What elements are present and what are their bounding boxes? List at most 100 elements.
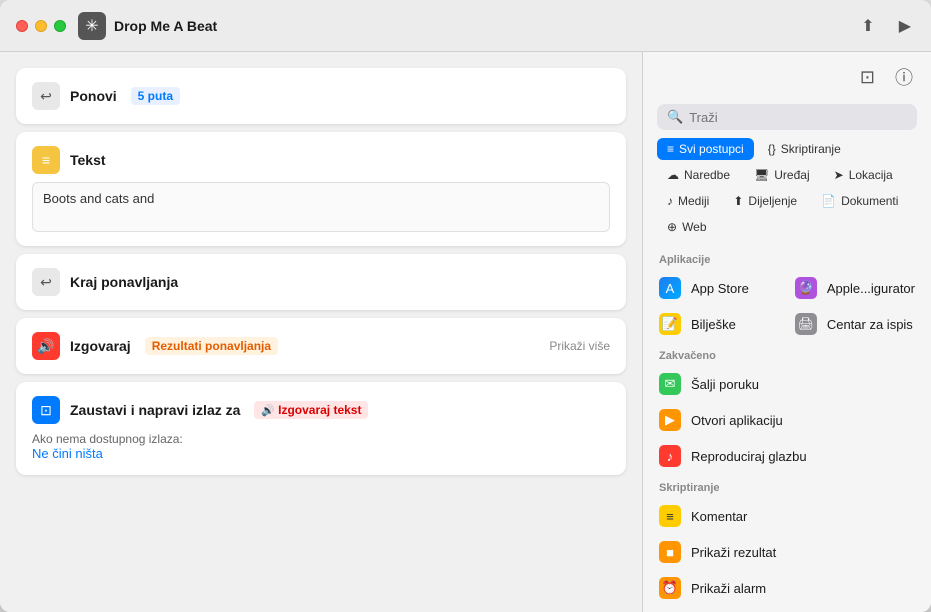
apple-igurator-label: Apple...igurator	[827, 281, 915, 296]
repeat-badge[interactable]: 5 puta	[131, 87, 180, 105]
speak-card: 🔊 Izgovaraj Rezultati ponavljanja Prikaž…	[16, 318, 626, 374]
uredaj-icon: 🖥	[754, 168, 769, 182]
stop-icon: ⊡	[32, 396, 60, 424]
app-icon: ✳	[78, 12, 106, 40]
tab-dokumenti-label: Dokumenti	[841, 194, 898, 208]
tab-uredaj-label: Uređaj	[774, 168, 809, 182]
action-komentar[interactable]: ≡ Komentar	[643, 498, 931, 534]
speak-icon: 🔊	[32, 332, 60, 360]
lokacija-icon: ➤	[834, 168, 844, 182]
info-button[interactable]: ⓘ	[891, 60, 917, 94]
action-prikazati-rezultat[interactable]: ■ Prikaži rezultat	[643, 534, 931, 570]
play-button[interactable]: ▶	[895, 12, 915, 40]
action-app-store[interactable]: A App Store	[643, 270, 779, 306]
section-skriptiranje: Skriptiranje	[643, 474, 931, 498]
prikazi-alarm-icon: ⏰	[659, 577, 681, 599]
tab-svi-label: Svi postupci	[679, 142, 744, 156]
speak-title: Izgovaraj	[70, 338, 131, 354]
share-button[interactable]: ⬆	[857, 12, 878, 40]
action-pitaj-unos[interactable]: ? Pitaj za unos	[643, 606, 931, 612]
dijeljenje-icon: ⬆	[733, 194, 743, 208]
tab-mediji[interactable]: ♪ Mediji	[657, 190, 719, 212]
mediji-icon: ♪	[667, 194, 673, 208]
search-input[interactable]	[689, 110, 907, 125]
add-shortcut-button[interactable]: ⊡	[856, 60, 879, 94]
tab-naredbe[interactable]: ☁ Naredbe	[657, 164, 740, 186]
app-store-icon: A	[659, 277, 681, 299]
show-more[interactable]: Prikaži više	[549, 339, 610, 353]
apple-igurator-icon: 🔮	[795, 277, 817, 299]
reproduciraj-glazbu-icon: ♪	[659, 445, 681, 467]
svi-postupci-icon: ≡	[667, 142, 674, 156]
tab-svi-postupci[interactable]: ≡ Svi postupci	[657, 138, 754, 160]
tab-skriptiranje[interactable]: {} Skriptiranje	[758, 138, 851, 160]
skriptiranje-icon: {}	[768, 142, 776, 156]
action-salji-poruku[interactable]: ✉ Šalji poruku	[643, 366, 931, 402]
close-button[interactable]	[16, 20, 28, 32]
traffic-lights	[16, 20, 66, 32]
text-card: ≡ Tekst Boots and cats and	[16, 132, 626, 246]
titlebar: ✳ Drop Me A Beat ⬆ ▶	[0, 0, 931, 52]
otvori-aplikaciju-icon: ▶	[659, 409, 681, 431]
action-apple-igurator[interactable]: 🔮 Apple...igurator	[779, 270, 931, 306]
share-icon: ⬆	[861, 16, 874, 36]
titlebar-actions: ⬆ ▶	[857, 12, 915, 40]
tab-uredaj[interactable]: 🖥 Uređaj	[744, 164, 820, 186]
dokumenti-icon: 📄	[821, 194, 836, 208]
stop-card-header: ⊡ Zaustavi i napravi izlaz za 🔊 Izgovara…	[32, 396, 610, 424]
app-title: Drop Me A Beat	[114, 18, 857, 34]
text-body[interactable]: Boots and cats and	[32, 182, 610, 232]
tab-naredbe-label: Naredbe	[684, 168, 730, 182]
reproduciraj-glazbu-label: Reproduciraj glazbu	[691, 449, 807, 464]
biljeznica-icon: 📝	[659, 313, 681, 335]
text-title: Tekst	[70, 152, 106, 168]
action-prikazi-alarm[interactable]: ⏰ Prikaži alarm	[643, 570, 931, 606]
stop-subtext-label: Ako nema dostupnog izlaza:	[32, 432, 610, 446]
action-otvori-aplikaciju[interactable]: ▶ Otvori aplikaciju	[643, 402, 931, 438]
tab-dijeljenje[interactable]: ⬆ Dijeljenje	[723, 190, 807, 212]
tab-lokacija[interactable]: ➤ Lokacija	[824, 164, 903, 186]
search-icon: 🔍	[667, 109, 683, 125]
maximize-button[interactable]	[54, 20, 66, 32]
naredbe-icon: ☁	[667, 168, 679, 182]
action-reproduciraj-glazbu[interactable]: ♪ Reproduciraj glazbu	[643, 438, 931, 474]
actions-list: Aplikacije A App Store 🔮 Apple...igurato…	[643, 246, 931, 612]
tab-mediji-label: Mediji	[678, 194, 709, 208]
end-repeat-card: ↩ Kraj ponavljanja	[16, 254, 626, 310]
tab-web[interactable]: ⊕ Web	[657, 216, 717, 238]
stop-link[interactable]: Ne čini ništa	[32, 446, 103, 461]
speak-badge[interactable]: Rezultati ponavljanja	[145, 337, 278, 355]
centar-ispis-icon: 🖨	[795, 313, 817, 335]
minimize-button[interactable]	[35, 20, 47, 32]
actions-panel: ⊡ ⓘ 🔍 ≡ Svi postupci {} Skriptiranje	[642, 52, 931, 612]
stop-subtext: Ako nema dostupnog izlaza: Ne čini ništa	[32, 432, 610, 461]
category-tabs: ≡ Svi postupci {} Skriptiranje ☁ Naredbe…	[643, 138, 931, 246]
stop-badge[interactable]: 🔊 Izgovaraj tekst	[254, 401, 368, 419]
stop-card: ⊡ Zaustavi i napravi izlaz za 🔊 Izgovara…	[16, 382, 626, 475]
web-icon: ⊕	[667, 220, 677, 234]
tab-dijeljenje-label: Dijeljenje	[748, 194, 797, 208]
main-content: ↩ Ponovi 5 puta ≡ Tekst Boots and cats a…	[0, 52, 931, 612]
tab-dokumenti[interactable]: 📄 Dokumenti	[811, 190, 908, 212]
tab-lokacija-label: Lokacija	[849, 168, 893, 182]
play-icon: ▶	[899, 16, 911, 36]
aplikacije-grid: A App Store 🔮 Apple...igurator 📝 Bilješk…	[643, 270, 931, 342]
otvori-aplikaciju-label: Otvori aplikaciju	[691, 413, 783, 428]
centar-ispis-label: Centar za ispis	[827, 317, 913, 332]
stop-title: Zaustavi i napravi izlaz za	[70, 402, 240, 418]
stop-badge-label: Izgovaraj tekst	[278, 403, 361, 417]
end-repeat-icon: ↩	[32, 268, 60, 296]
action-centar-ispis[interactable]: 🖨 Centar za ispis	[779, 306, 931, 342]
biljeznica-label: Bilješke	[691, 317, 736, 332]
salji-poruku-icon: ✉	[659, 373, 681, 395]
action-biljeznica[interactable]: 📝 Bilješke	[643, 306, 779, 342]
workflow-panel: ↩ Ponovi 5 puta ≡ Tekst Boots and cats a…	[0, 52, 642, 612]
text-icon: ≡	[32, 146, 60, 174]
repeat-icon: ↩	[32, 82, 60, 110]
search-bar: 🔍	[657, 104, 917, 130]
tab-web-label: Web	[682, 220, 706, 234]
speak-card-header: 🔊 Izgovaraj Rezultati ponavljanja Prikaž…	[32, 332, 610, 360]
section-zakvaceno: Zakvačeno	[643, 342, 931, 366]
tab-skriptiranje-label: Skriptiranje	[781, 142, 841, 156]
repeat-card-header: ↩ Ponovi 5 puta	[32, 82, 610, 110]
